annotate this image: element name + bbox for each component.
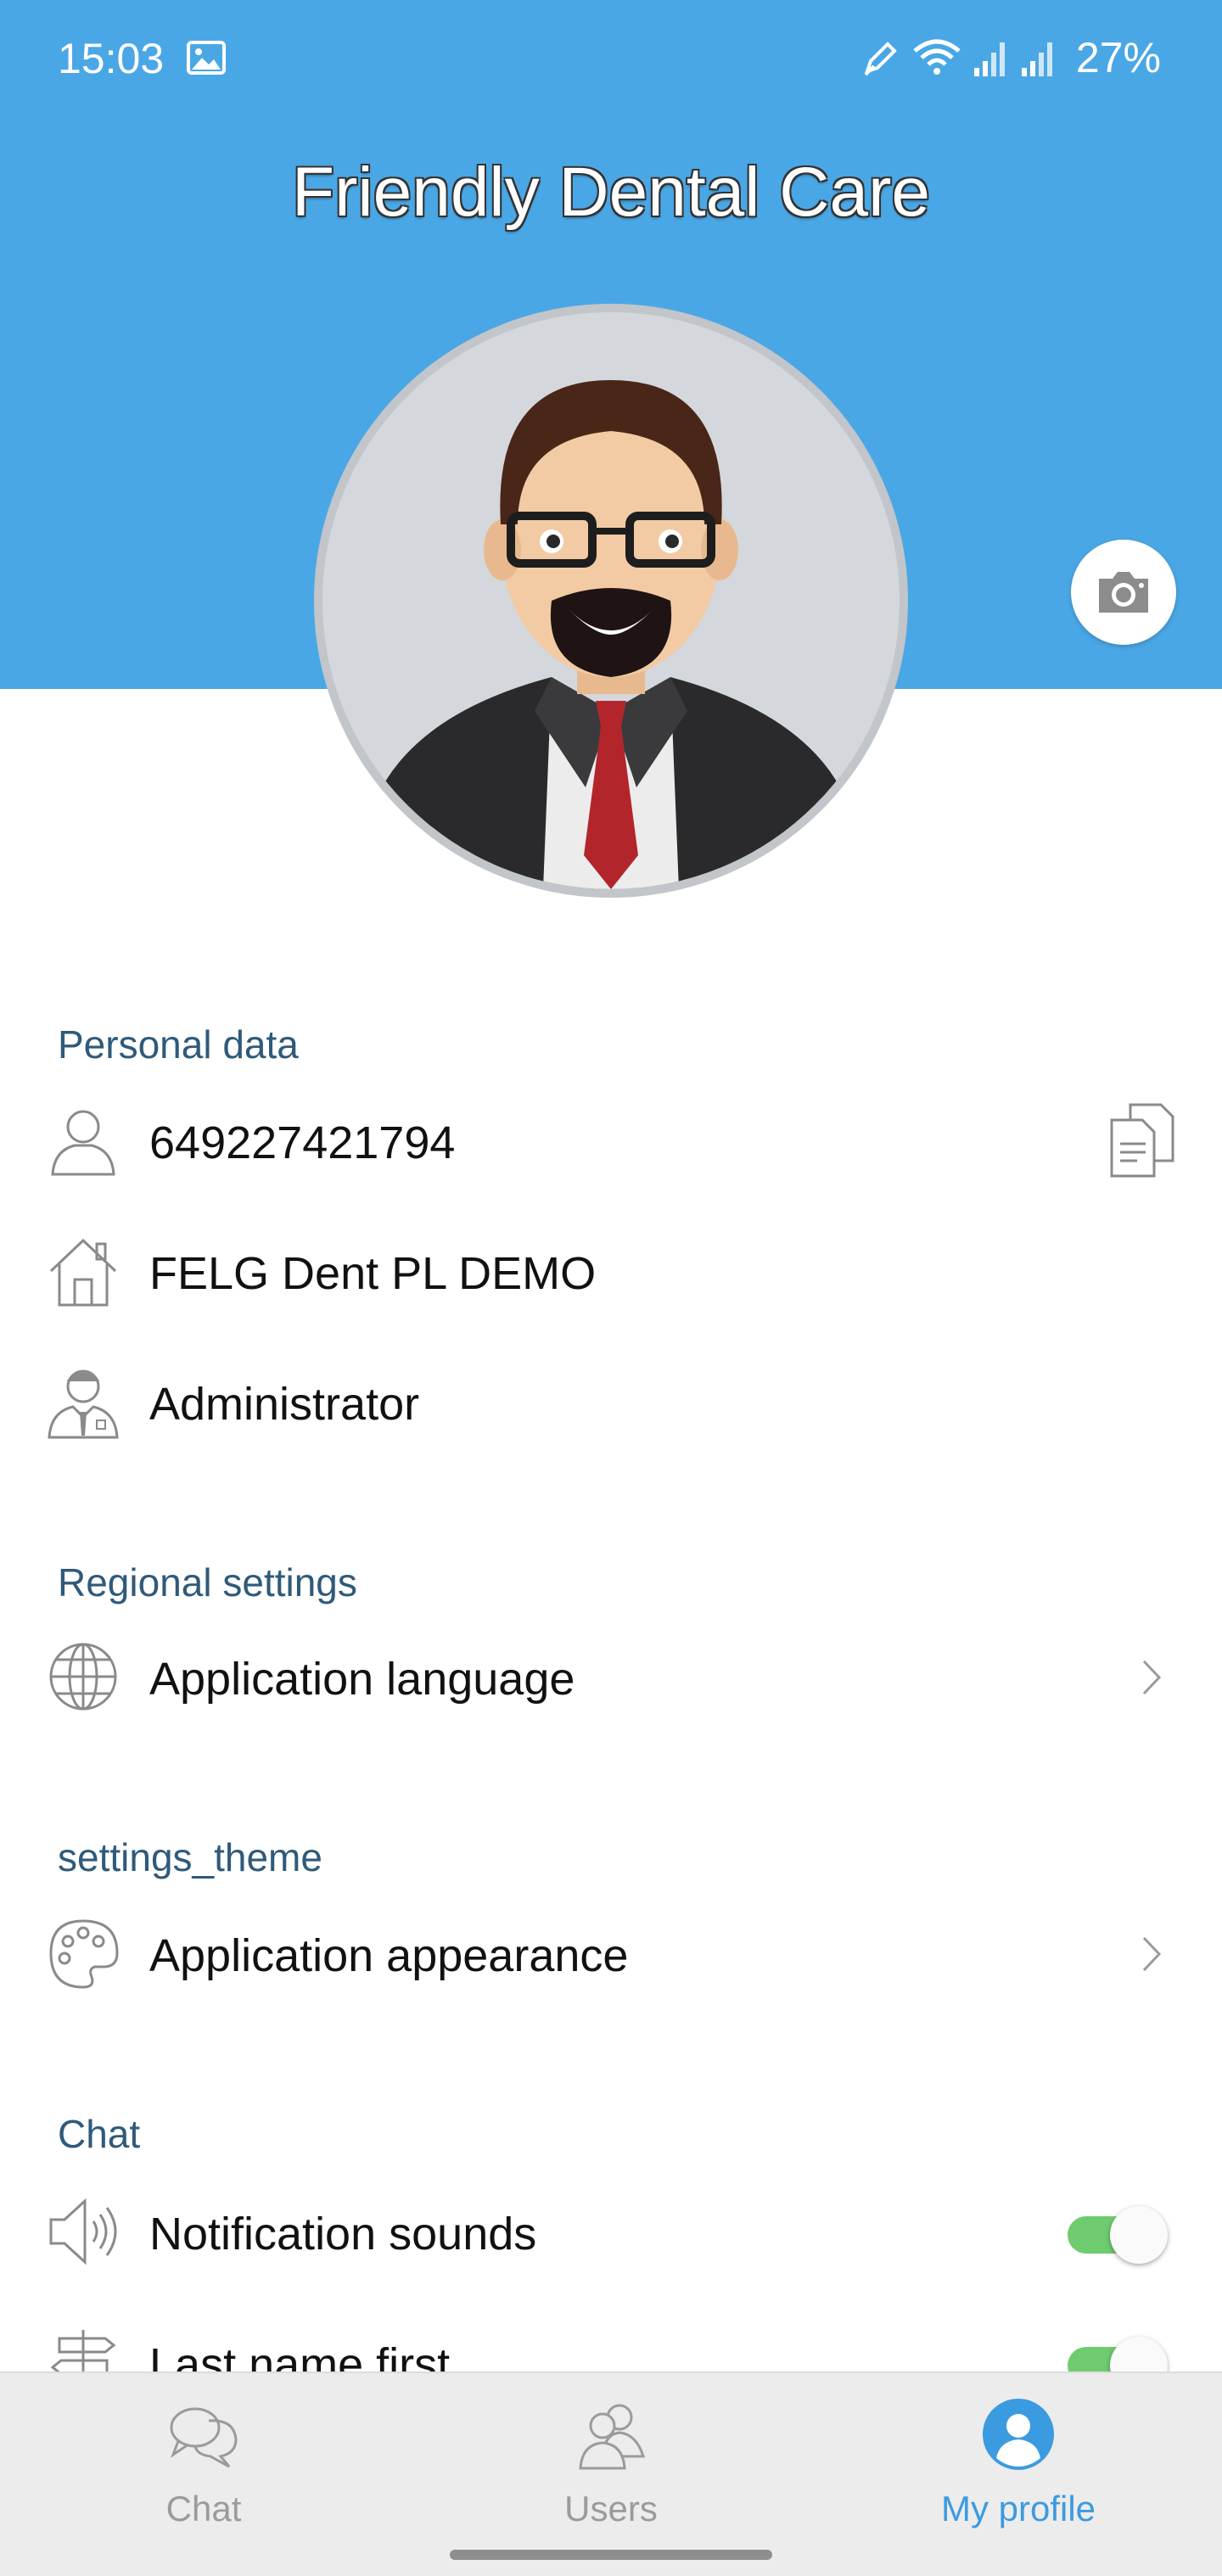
chevron-right-icon: [1142, 1660, 1162, 1695]
camera-icon: [1099, 572, 1148, 613]
user-id-value: 649227421794: [149, 1117, 456, 1168]
clinic-value: FELG Dent PL DEMO: [149, 1248, 597, 1299]
notification-sounds-label: Notification sounds: [149, 2209, 537, 2260]
palette-icon: [49, 1919, 119, 1989]
status-indicators: 27%: [860, 32, 1161, 83]
app-title: Friendly Dental Care: [292, 154, 930, 231]
nav-users-label: Users: [564, 2489, 658, 2528]
pen-icon: [864, 42, 897, 76]
row-notification-sounds: Notification sounds: [0, 2177, 1222, 2288]
house-icon: [49, 1238, 117, 1307]
home-indicator[interactable]: [450, 2550, 772, 2560]
battery-level: 27%: [1075, 34, 1161, 81]
profile-icon: [983, 2399, 1054, 2470]
row-role: Administrator: [0, 1347, 1222, 1458]
row-application-language[interactable]: Application language: [0, 1622, 1222, 1733]
signal-icon: [1021, 42, 1052, 76]
chat-bubbles-icon: [170, 2407, 238, 2468]
speaker-icon: [49, 2198, 117, 2265]
users-icon: [579, 2404, 646, 2470]
toggle-knob: [1110, 2337, 1168, 2372]
chevron-right-icon: [1142, 1936, 1162, 1972]
person-icon: [51, 1110, 115, 1176]
notification-sounds-toggle[interactable]: [1068, 2206, 1169, 2264]
avatar[interactable]: [314, 304, 908, 898]
status-bar: 15:03 27%: [0, 0, 1222, 119]
status-time: 15:03: [58, 35, 165, 82]
wifi-icon: [913, 39, 961, 75]
copy-icon[interactable]: [1108, 1101, 1176, 1179]
gallery-icon: [187, 41, 226, 75]
section-personal-data: Personal data: [58, 1022, 299, 1067]
globe-icon: [49, 1643, 117, 1711]
section-theme: settings_theme: [58, 1835, 322, 1879]
row-last-name-first: Last name first: [0, 2308, 1222, 2372]
bottom-navigation: Chat Users My profile: [0, 2372, 1222, 2576]
doctor-icon: [48, 1369, 119, 1439]
section-chat: Chat: [58, 2112, 141, 2156]
nav-my-profile-label: My profile: [940, 2489, 1096, 2528]
section-regional-settings: Regional settings: [58, 1560, 357, 1604]
last-name-first-toggle[interactable]: [1068, 2337, 1169, 2372]
toggle-knob: [1110, 2206, 1168, 2264]
signal-icon: [973, 42, 1005, 76]
nav-chat-label: Chat: [165, 2489, 242, 2528]
application-language-label: Application language: [149, 1654, 575, 1705]
nav-users[interactable]: Users: [407, 2373, 815, 2551]
last-name-first-label: Last name first: [149, 2339, 451, 2372]
row-clinic: FELG Dent PL DEMO: [0, 1217, 1222, 1327]
row-user-id: 649227421794: [0, 1086, 1222, 1196]
row-application-appearance[interactable]: Application appearance: [0, 1899, 1222, 2009]
application-appearance-label: Application appearance: [149, 1930, 629, 1981]
nav-chat[interactable]: Chat: [0, 2373, 407, 2551]
nav-my-profile[interactable]: My profile: [815, 2373, 1222, 2551]
role-value: Administrator: [149, 1379, 420, 1430]
signpost-icon: [50, 2330, 116, 2372]
change-photo-button[interactable]: [1071, 540, 1176, 645]
avatar-illustration: [356, 380, 866, 889]
